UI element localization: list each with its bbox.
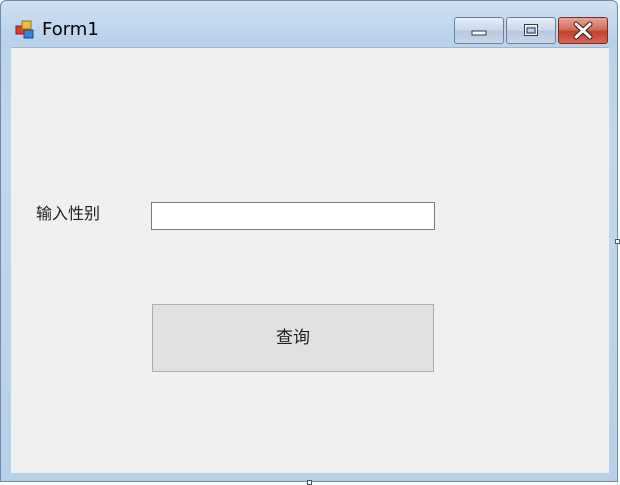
minimize-icon bbox=[471, 30, 487, 36]
form1-window: Form1 输入性别 查询 bbox=[0, 0, 618, 482]
query-button[interactable]: 查询 bbox=[152, 304, 434, 372]
close-button[interactable] bbox=[558, 17, 608, 44]
maximize-button[interactable] bbox=[506, 17, 556, 44]
resize-handle-right[interactable] bbox=[615, 239, 620, 244]
form-client-area: 输入性别 查询 bbox=[11, 47, 609, 473]
gender-label: 输入性别 bbox=[36, 204, 101, 223]
resize-handle-bottom[interactable] bbox=[307, 480, 312, 485]
gender-input[interactable] bbox=[151, 202, 435, 230]
close-icon bbox=[573, 21, 593, 40]
app-icon[interactable] bbox=[15, 20, 35, 40]
window-title: Form1 bbox=[42, 19, 99, 40]
title-bar[interactable]: Form1 bbox=[1, 1, 617, 47]
minimize-button[interactable] bbox=[454, 17, 504, 44]
maximize-icon bbox=[524, 24, 538, 36]
